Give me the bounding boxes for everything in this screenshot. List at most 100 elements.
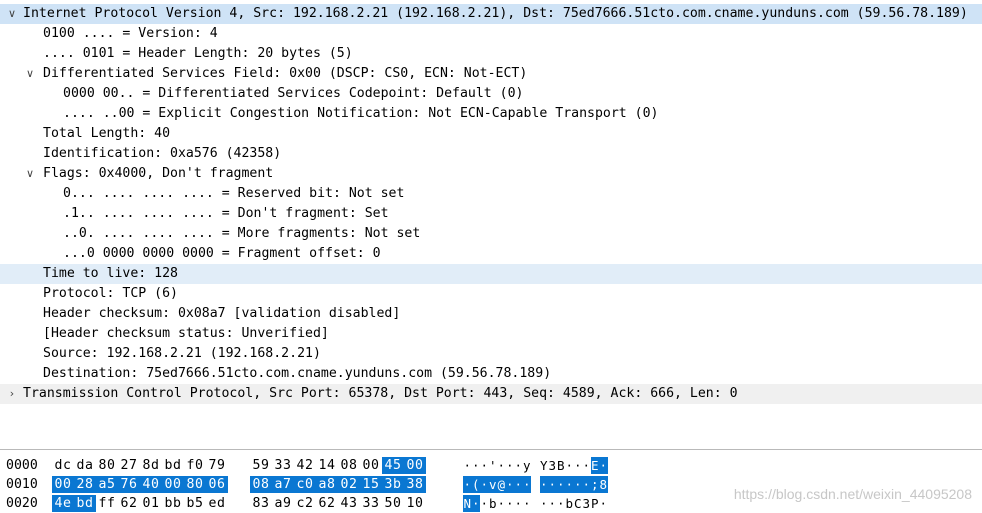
hex-byte[interactable]: 08 <box>338 457 360 474</box>
hex-byte[interactable]: dc <box>52 457 74 474</box>
tree-row[interactable]: ...0 0000 0000 0000 = Fragment offset: 0 <box>0 244 982 264</box>
hex-byte[interactable]: 59 <box>250 457 272 474</box>
ascii-char[interactable]: ' <box>489 457 498 474</box>
hex-byte[interactable]: a7 <box>272 476 294 493</box>
ascii-char[interactable]: · <box>565 476 574 493</box>
hex-byte[interactable]: 00 <box>52 476 74 493</box>
hex-byte[interactable]: 10 <box>404 495 426 512</box>
hex-byte[interactable]: 01 <box>140 495 162 512</box>
ascii-char[interactable]: E <box>590 457 599 474</box>
ascii-char[interactable]: · <box>522 476 531 493</box>
ascii-char[interactable]: ; <box>590 476 599 493</box>
tree-row[interactable]: [Header checksum status: Unverified] <box>0 324 982 344</box>
hex-byte[interactable]: ff <box>96 495 118 512</box>
ascii-char[interactable]: · <box>505 476 514 493</box>
chevron-down-icon[interactable]: ∨ <box>24 64 36 84</box>
ascii-char[interactable]: · <box>514 495 523 512</box>
hex-byte[interactable]: 15 <box>360 476 382 493</box>
ascii-char[interactable]: · <box>539 476 548 493</box>
ascii-char[interactable]: · <box>472 457 481 474</box>
hex-byte[interactable]: 38 <box>404 476 426 493</box>
pane-divider[interactable] <box>0 449 982 450</box>
ascii-char[interactable]: P <box>591 495 600 512</box>
ascii-char[interactable]: y <box>523 457 532 474</box>
hex-byte[interactable]: 33 <box>360 495 382 512</box>
ascii-char[interactable]: · <box>480 476 489 493</box>
hex-byte[interactable]: bd <box>162 457 184 474</box>
ascii-char[interactable]: · <box>480 495 489 512</box>
hex-byte[interactable]: 06 <box>206 476 228 493</box>
hex-byte[interactable]: 02 <box>338 476 360 493</box>
hex-byte[interactable]: c2 <box>294 495 316 512</box>
ascii-char[interactable]: Y <box>540 457 549 474</box>
hex-byte[interactable]: bb <box>162 495 184 512</box>
hex-byte[interactable]: c0 <box>294 476 316 493</box>
tree-row[interactable]: Time to live: 128 <box>0 264 982 284</box>
ascii-char[interactable]: C <box>574 495 583 512</box>
ascii-char[interactable]: · <box>463 457 472 474</box>
ascii-char[interactable]: · <box>557 495 566 512</box>
ascii-char[interactable]: · <box>514 457 523 474</box>
tree-row[interactable]: Protocol: TCP (6) <box>0 284 982 304</box>
ascii-char[interactable]: v <box>488 476 497 493</box>
hex-byte[interactable]: 83 <box>250 495 272 512</box>
ascii-char[interactable]: 3 <box>582 495 591 512</box>
hex-byte[interactable]: 8d <box>140 457 162 474</box>
tree-row[interactable]: Identification: 0xa576 (42358) <box>0 144 982 164</box>
tree-row[interactable]: ∨ Differentiated Services Field: 0x00 (DS… <box>0 64 982 84</box>
ascii-char[interactable]: · <box>599 457 608 474</box>
ascii-char[interactable]: b <box>489 495 498 512</box>
tree-row[interactable]: Destination: 75ed7666.51cto.com.cname.yu… <box>0 364 982 384</box>
hex-byte[interactable]: 42 <box>294 457 316 474</box>
hex-byte[interactable]: ed <box>206 495 228 512</box>
ascii-char[interactable]: · <box>523 495 532 512</box>
ascii-char[interactable]: · <box>582 476 591 493</box>
ascii-char[interactable]: b <box>565 495 574 512</box>
ascii-char[interactable]: N <box>463 495 472 512</box>
hex-byte[interactable]: b5 <box>184 495 206 512</box>
tree-row[interactable]: 0100 .... = Version: 4 <box>0 24 982 44</box>
hex-byte[interactable]: 76 <box>118 476 140 493</box>
hex-byte[interactable]: 00 <box>404 457 426 474</box>
hex-byte[interactable]: 00 <box>162 476 184 493</box>
tree-row[interactable]: Total Length: 40 <box>0 124 982 144</box>
ascii-char[interactable]: · <box>548 495 557 512</box>
ascii-char[interactable]: · <box>506 457 515 474</box>
tree-row[interactable]: ∨ Flags: 0x4000, Don't fragment <box>0 164 982 184</box>
ascii-char[interactable]: · <box>506 495 515 512</box>
tree-row[interactable]: ∨ Internet Protocol Version 4, Src: 192.1… <box>0 4 982 24</box>
tree-row[interactable]: ..0. .... .... .... = More fragments: No… <box>0 224 982 244</box>
ascii-char[interactable]: · <box>497 457 506 474</box>
hex-byte[interactable]: 62 <box>118 495 140 512</box>
hex-byte[interactable]: 08 <box>250 476 272 493</box>
hex-byte[interactable]: 50 <box>382 495 404 512</box>
tree-row[interactable]: › Transmission Control Protocol, Src Port… <box>0 384 982 404</box>
hex-byte[interactable]: 43 <box>338 495 360 512</box>
ascii-char[interactable]: · <box>556 476 565 493</box>
hex-byte[interactable]: 79 <box>206 457 228 474</box>
hex-byte[interactable]: 40 <box>140 476 162 493</box>
hex-byte[interactable]: 45 <box>382 457 404 474</box>
hex-byte[interactable]: 28 <box>74 476 96 493</box>
hex-byte[interactable]: a5 <box>96 476 118 493</box>
hex-byte[interactable]: bd <box>74 495 96 512</box>
ascii-char[interactable]: ( <box>471 476 480 493</box>
hex-byte[interactable]: 4e <box>52 495 74 512</box>
ascii-char[interactable]: · <box>514 476 523 493</box>
ascii-char[interactable]: · <box>463 476 472 493</box>
hex-byte[interactable]: a8 <box>316 476 338 493</box>
ascii-char[interactable]: · <box>599 495 608 512</box>
ascii-char[interactable]: · <box>480 457 489 474</box>
ascii-char[interactable]: 8 <box>599 476 608 493</box>
tree-row[interactable]: Source: 192.168.2.21 (192.168.2.21) <box>0 344 982 364</box>
ascii-char[interactable]: · <box>573 476 582 493</box>
hex-byte[interactable]: 00 <box>360 457 382 474</box>
ascii-char[interactable]: · <box>471 495 480 512</box>
ascii-char[interactable]: · <box>565 457 574 474</box>
tree-row[interactable]: 0000 00.. = Differentiated Services Code… <box>0 84 982 104</box>
hex-byte[interactable]: 14 <box>316 457 338 474</box>
chevron-down-icon[interactable]: ∨ <box>6 4 18 24</box>
hex-byte[interactable]: 33 <box>272 457 294 474</box>
hex-byte[interactable]: 80 <box>184 476 206 493</box>
hex-byte[interactable]: f0 <box>184 457 206 474</box>
